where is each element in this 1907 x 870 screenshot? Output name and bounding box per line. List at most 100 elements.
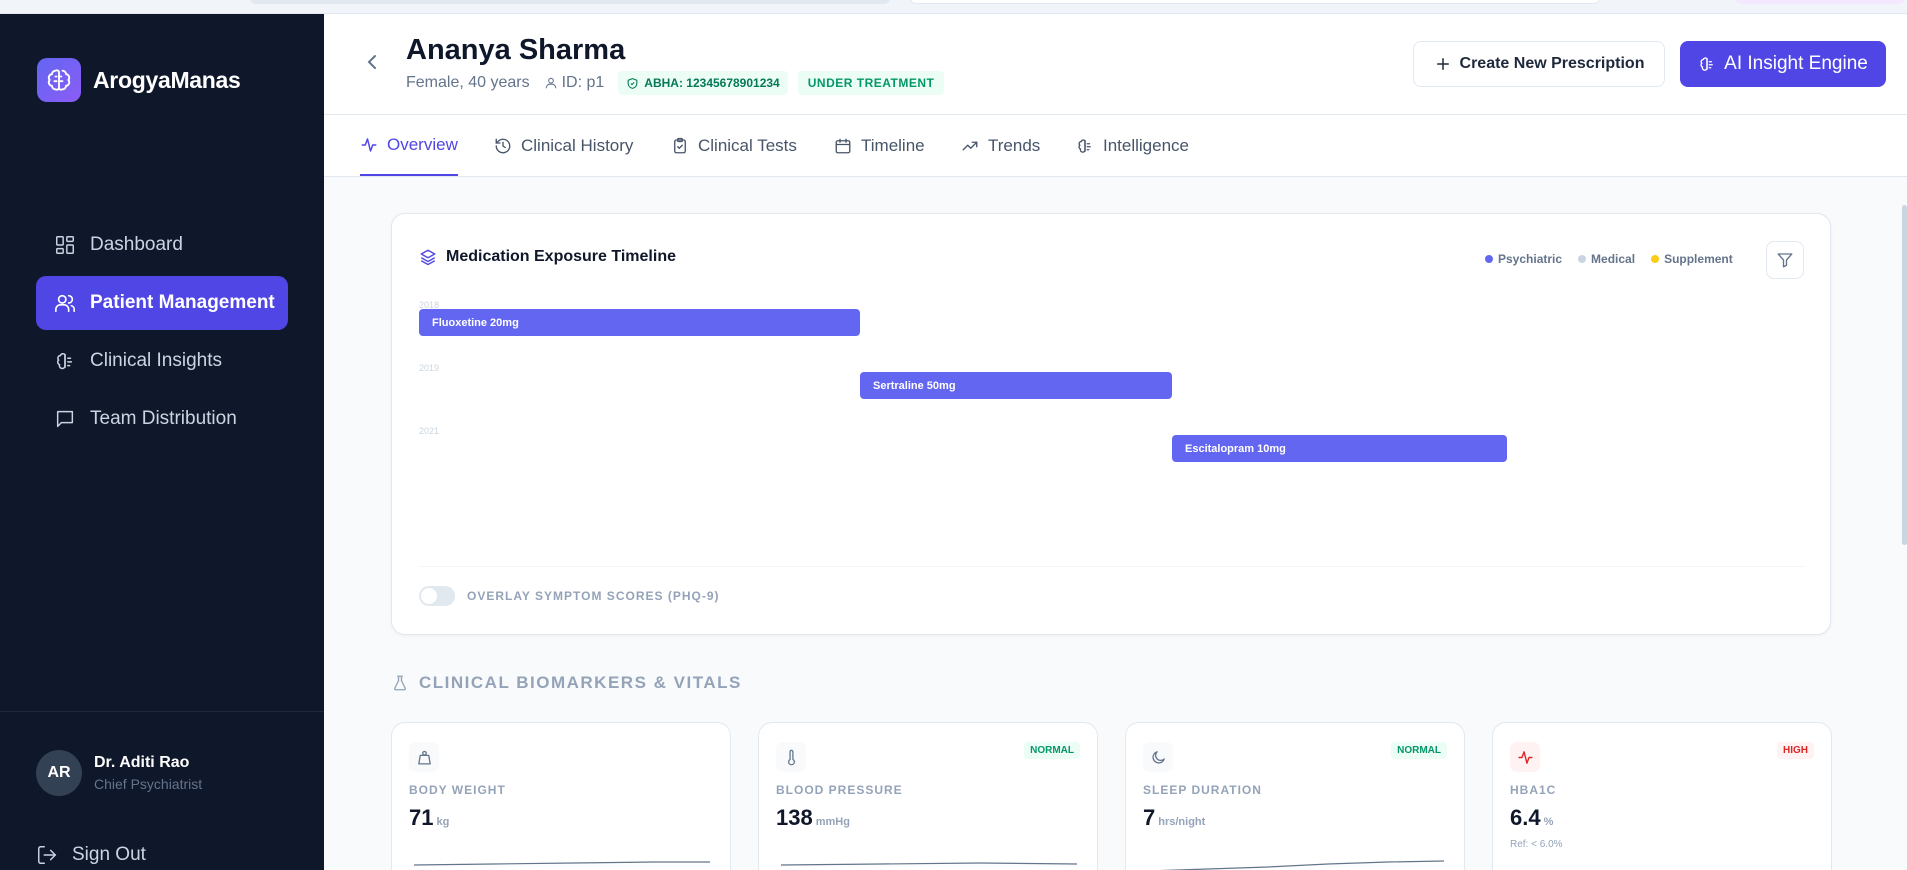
sparkline: [781, 862, 1077, 866]
biomarker-value: 6.4: [1510, 805, 1541, 830]
medication-timeline-card: Medication Exposure Timeline Psychiatric…: [391, 213, 1831, 635]
legend-dot: [1485, 255, 1493, 263]
legend-label: Medical: [1591, 252, 1636, 266]
avatar: AR: [36, 750, 82, 796]
clipboard-icon: [674, 137, 686, 154]
sign-out-label: Sign Out: [72, 844, 146, 865]
legend-item-medical: Medical: [1578, 252, 1635, 266]
medication-timeline-title: Medication Exposure Timeline: [446, 248, 676, 265]
icon-box: [409, 742, 439, 772]
legend-label: Supplement: [1664, 252, 1733, 266]
sidebar-item-patient-management[interactable]: Patient Management: [36, 276, 288, 330]
trending-up-icon: [962, 141, 978, 151]
legend-item-supplement: Supplement: [1651, 252, 1733, 266]
biomarker-value: 7: [1143, 805, 1156, 830]
logout-icon: [38, 846, 57, 864]
biomarker-unit: %: [1543, 816, 1554, 828]
layers-icon: [420, 249, 436, 266]
plus-icon: [1436, 58, 1449, 70]
activity-icon: [361, 137, 377, 152]
overlay-symptom-toggle[interactable]: [419, 586, 455, 606]
card-title: Medication Exposure Timeline: [419, 248, 676, 266]
medication-bar-escitalopram[interactable]: Escitalopram 10mg: [1172, 435, 1507, 462]
legend-dot: [1578, 255, 1587, 263]
sidebar-item-label: Clinical Insights: [90, 350, 222, 371]
legend-item-psychiatric: Psychiatric: [1485, 252, 1562, 266]
chevron-left-icon[interactable]: [360, 50, 384, 74]
biomarker-value: 138: [776, 805, 813, 830]
sidebar-item-clinical-insights[interactable]: Clinical Insights: [36, 334, 288, 388]
medication-bar-label: Fluoxetine 20mg: [432, 316, 519, 329]
tab-intelligence[interactable]: Intelligence: [1076, 115, 1189, 177]
year-label: 2021: [419, 426, 440, 436]
icon-box: [1510, 742, 1540, 772]
create-prescription-button[interactable]: Create New Prescription: [1413, 41, 1665, 87]
tab-overview[interactable]: Overview: [360, 115, 458, 176]
message-icon: [56, 410, 74, 428]
patient-header: Ananya Sharma Female, 40 years ID: p1 AB…: [324, 14, 1907, 115]
sign-out-button[interactable]: Sign Out: [36, 844, 146, 866]
tab-label: Timeline: [861, 136, 925, 155]
patient-meta: Female, 40 years ID: p1 ABHA: 1234567890…: [406, 71, 945, 95]
browser-profile-pill[interactable]: [1735, 0, 1905, 4]
biomarker-card-blood-pressure[interactable]: NORMAL BLOOD PRESSURE 138 mmHg: [758, 722, 1098, 870]
tab-timeline[interactable]: Timeline: [834, 115, 925, 177]
sidebar-divider: [0, 711, 324, 712]
patient-id: ID: p1: [561, 74, 605, 91]
status-badge: UNDER TREATMENT: [797, 71, 945, 95]
scrollbar[interactable]: [1902, 205, 1907, 545]
biomarker-unit: mmHg: [815, 816, 850, 828]
user-icon: [545, 77, 556, 89]
sidebar-item-team-distribution[interactable]: Team Distribution: [36, 392, 288, 446]
biomarker-value-group: 6.4%: [1510, 805, 1553, 831]
biomarker-card-hba1c[interactable]: HIGH HBA1C 6.4% Ref: < 6.0%: [1492, 722, 1832, 870]
history-icon: [495, 138, 511, 154]
medication-bar-sertraline[interactable]: Sertraline 50mg: [860, 372, 1172, 399]
brain-icon: [1078, 139, 1091, 153]
biomarker-card-body-weight[interactable]: BODY WEIGHT 71 kg: [391, 722, 731, 870]
biomarker-value-group: 7 hrs/night: [1143, 805, 1205, 831]
medication-bar-label: Escitalopram 10mg: [1185, 442, 1286, 455]
user-role: Chief Psychiatrist: [94, 776, 203, 792]
browser-tab-strip: [0, 0, 1907, 14]
biomarker-label: SLEEP DURATION: [1143, 783, 1262, 797]
biomarker-label: BLOOD PRESSURE: [776, 783, 903, 797]
patient-id-group: ID: p1: [544, 74, 605, 92]
card-divider: [419, 566, 1805, 567]
sidebar-item-dashboard[interactable]: Dashboard: [36, 218, 288, 272]
activity-icon: [1517, 750, 1533, 764]
filter-button[interactable]: [1766, 241, 1804, 279]
tab-label: Trends: [988, 136, 1041, 155]
sidebar-item-label: Team Distribution: [90, 408, 237, 429]
patient-tabs: Overview Clinical History Clinical Tests…: [324, 115, 1907, 177]
brain-icon: [56, 352, 73, 370]
biomarker-label: HBA1C: [1510, 783, 1557, 797]
moon-icon: [1151, 750, 1165, 764]
app-name: ArogyaManas: [93, 66, 241, 93]
medication-bar-label: Sertraline 50mg: [873, 379, 956, 392]
shield-check-icon: [627, 77, 638, 89]
ai-insight-engine-label: AI Insight Engine: [1724, 53, 1868, 74]
tab-trends[interactable]: Trends: [961, 115, 1040, 177]
app-logo[interactable]: ArogyaManas: [37, 58, 241, 102]
biomarker-unit: kg: [436, 816, 450, 828]
medication-gantt: 2018 Fluoxetine 20mg 2019 Sertraline 50m…: [419, 300, 1805, 500]
dashboard-icon: [56, 236, 74, 254]
sidebar-item-label: Dashboard: [90, 234, 183, 255]
browser-tab[interactable]: [250, 0, 890, 4]
ai-insight-engine-button[interactable]: AI Insight Engine: [1680, 41, 1886, 87]
create-prescription-label: Create New Prescription: [1459, 55, 1645, 72]
tab-clinical-tests[interactable]: Clinical Tests: [671, 115, 797, 177]
medication-bar-fluoxetine[interactable]: Fluoxetine 20mg: [419, 309, 860, 336]
user-profile[interactable]: AR Dr. Aditi Rao Chief Psychiatrist: [36, 750, 202, 796]
tab-label: Overview: [387, 134, 458, 154]
biomarkers-section-title: CLINICAL BIOMARKERS & VITALS: [419, 673, 742, 692]
biomarker-card-sleep-duration[interactable]: NORMAL SLEEP DURATION 7 hrs/night: [1125, 722, 1465, 870]
abha-badge: ABHA: 12345678901234: [618, 71, 788, 95]
browser-address-bar[interactable]: [910, 0, 1600, 4]
brain-icon: [1700, 57, 1714, 71]
tab-clinical-history[interactable]: Clinical History: [494, 115, 633, 177]
overlay-toggle-label: OVERLAY SYMPTOM SCORES (PHQ-9): [467, 589, 720, 603]
biomarker-value: 71: [409, 805, 434, 830]
tab-label: Intelligence: [1103, 136, 1190, 155]
